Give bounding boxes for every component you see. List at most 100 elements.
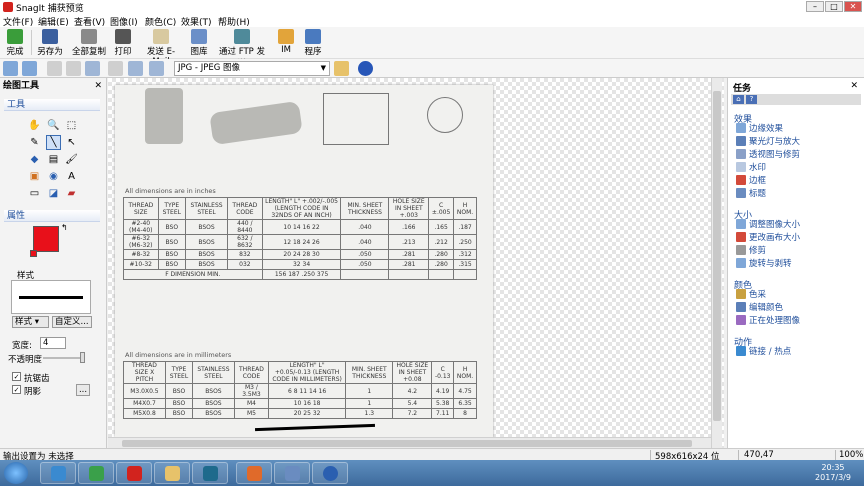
- status-divider: [738, 450, 739, 460]
- copy-icon[interactable]: [85, 61, 100, 76]
- table-header: LENGTH" L" +.002/-.005 (LENGTH CODE IN 3…: [261, 197, 342, 220]
- shadow-options-button[interactable]: ...: [76, 384, 90, 396]
- task-link-hotspot[interactable]: 链接 / 热点: [736, 346, 791, 358]
- eraser-tool[interactable]: ▰: [65, 187, 78, 200]
- save-as-button[interactable]: 另存为: [36, 27, 64, 58]
- ppt-taskbar-button[interactable]: [236, 462, 272, 484]
- save-icon: [42, 29, 58, 44]
- table-row: #6-32 (M6-32) BSO BSOS 632 / 8632 12 18 24 2…: [123, 234, 477, 250]
- brush-tool[interactable]: 🖌: [65, 153, 78, 166]
- zoom-tool[interactable]: 🔍: [47, 119, 60, 132]
- close-button[interactable]: ✕: [844, 1, 862, 12]
- fill-tool[interactable]: ◉: [47, 170, 60, 183]
- color-picker-tool[interactable]: ◪: [47, 187, 60, 200]
- horizontal-scrollbar[interactable]: [108, 437, 711, 448]
- task-processing[interactable]: 正在处理图像: [736, 315, 800, 327]
- home-icon[interactable]: ⌂: [733, 95, 744, 104]
- browser-taskbar-button[interactable]: [312, 462, 348, 484]
- finish-button[interactable]: 完成: [3, 27, 27, 58]
- crop-icon[interactable]: [47, 61, 62, 76]
- secondary-color-swatch[interactable]: [30, 250, 37, 257]
- antialias-label: 抗锯齿: [24, 374, 50, 384]
- drawing-color-swatch[interactable]: [33, 226, 59, 252]
- select-tool[interactable]: ⬚: [65, 119, 78, 132]
- checkmark-icon: [7, 29, 23, 44]
- maximize-button[interactable]: □: [825, 1, 843, 12]
- technical-drawing-end: [427, 97, 463, 133]
- refresh-app-icon: [89, 466, 104, 481]
- line-tool[interactable]: ╲: [46, 135, 61, 150]
- help-icon[interactable]: [358, 61, 373, 76]
- ie-taskbar-button[interactable]: [40, 462, 76, 484]
- task-canvas-size[interactable]: 更改画布大小: [736, 232, 800, 244]
- copy-all-button[interactable]: 全部复制: [71, 27, 107, 58]
- task-resize-image[interactable]: 调整图像大小: [736, 219, 800, 231]
- close-icon[interactable]: ✕: [94, 80, 102, 93]
- table-row: M5X0.8 BSO BSOS M5 20 25 32 1.3 7.2 7.11 8: [123, 408, 477, 419]
- print-button[interactable]: 打印: [112, 27, 134, 58]
- start-button[interactable]: [4, 462, 28, 484]
- task-perspective[interactable]: 透视图与修剪: [736, 149, 800, 161]
- pen-tool[interactable]: ✎: [28, 136, 41, 149]
- status-zoom: 100%: [839, 450, 864, 460]
- program-button[interactable]: 程序: [302, 27, 324, 58]
- custom-button[interactable]: 自定义...: [52, 316, 92, 328]
- opacity-slider[interactable]: [43, 357, 84, 359]
- task-rotate[interactable]: 旋转与剥转: [736, 258, 792, 270]
- cut-icon[interactable]: [66, 61, 81, 76]
- email-button[interactable]: 发送 E-Mail: [140, 27, 182, 67]
- table-row: #10-32 BSO BSOS 032 32 34.050.281.280.315: [123, 259, 477, 270]
- task-watermark[interactable]: 水印: [736, 162, 766, 174]
- vertical-scrollbar[interactable]: [711, 78, 722, 448]
- shape-tool[interactable]: ◆: [28, 153, 41, 166]
- style-button[interactable]: 样式 ▾: [12, 316, 49, 328]
- tools-section-header[interactable]: 工具: [4, 99, 100, 111]
- task-panel: 任务 ✕ ⌂ ? 效果 边缘效果 聚光灯与放大 透视图与修剪 水印 边框 标题 …: [727, 78, 864, 448]
- swap-colors-icon[interactable]: ↰: [61, 223, 68, 232]
- properties-section-header[interactable]: 属性: [4, 210, 100, 222]
- im-button[interactable]: IM: [276, 27, 296, 58]
- task-color-depth[interactable]: 色采: [736, 289, 766, 301]
- highlighter-tool[interactable]: ▤: [47, 153, 60, 166]
- callout-tool[interactable]: ▭: [28, 187, 41, 200]
- task-border[interactable]: 边框: [736, 175, 766, 187]
- antialias-checkbox[interactable]: ✓: [12, 372, 21, 381]
- opacity-slider-thumb[interactable]: [80, 352, 85, 363]
- minimize-button[interactable]: –: [806, 1, 824, 12]
- arrow-tool[interactable]: ↖: [65, 136, 78, 149]
- stamp-tool[interactable]: ▣: [28, 170, 41, 183]
- vertical-scroll-thumb[interactable]: [713, 91, 721, 421]
- task-caption[interactable]: 标题: [736, 188, 766, 200]
- horizontal-scroll-thumb[interactable]: [122, 440, 692, 447]
- width-input[interactable]: 4: [40, 337, 66, 349]
- explorer-taskbar-button[interactable]: [154, 462, 190, 484]
- shadow-checkbox[interactable]: ✓: [12, 385, 21, 394]
- library-button[interactable]: 图库: [188, 27, 210, 58]
- task-trim[interactable]: 修剪: [736, 245, 766, 257]
- help-icon[interactable]: ?: [746, 95, 757, 104]
- task-edit-colors[interactable]: 编辑颜色: [736, 302, 783, 314]
- powerpoint-icon: [247, 466, 262, 481]
- format-select[interactable]: JPG - JPEG 图像 ▼: [174, 61, 330, 76]
- media-taskbar-button[interactable]: [192, 462, 228, 484]
- paste-icon[interactable]: [108, 61, 123, 76]
- hand-tool[interactable]: ✋: [28, 119, 41, 132]
- task-spotlight[interactable]: 聚光灯与放大: [736, 136, 800, 148]
- ftp-button[interactable]: 通过 FTP 发送: [216, 27, 268, 69]
- windows-taskbar: 20:35 2017/3/9: [0, 460, 864, 486]
- watermark-icon: [736, 162, 746, 172]
- task-edge-effects[interactable]: 边缘效果: [736, 123, 783, 135]
- table-header: H NOM.: [453, 197, 477, 220]
- system-clock[interactable]: 20:35 2017/3/9: [808, 463, 858, 483]
- zoom-in-icon[interactable]: [3, 61, 18, 76]
- open-folder-icon[interactable]: [334, 61, 349, 76]
- app-taskbar-button[interactable]: [78, 462, 114, 484]
- undo-icon[interactable]: [128, 61, 143, 76]
- image-viewer-taskbar-button[interactable]: [274, 462, 310, 484]
- text-tool[interactable]: A: [65, 170, 78, 183]
- line-style-preview[interactable]: [11, 280, 91, 314]
- snagit-taskbar-button[interactable]: [116, 462, 152, 484]
- zoom-out-icon[interactable]: [22, 61, 37, 76]
- close-icon[interactable]: ✕: [850, 81, 858, 91]
- redo-icon[interactable]: [149, 61, 164, 76]
